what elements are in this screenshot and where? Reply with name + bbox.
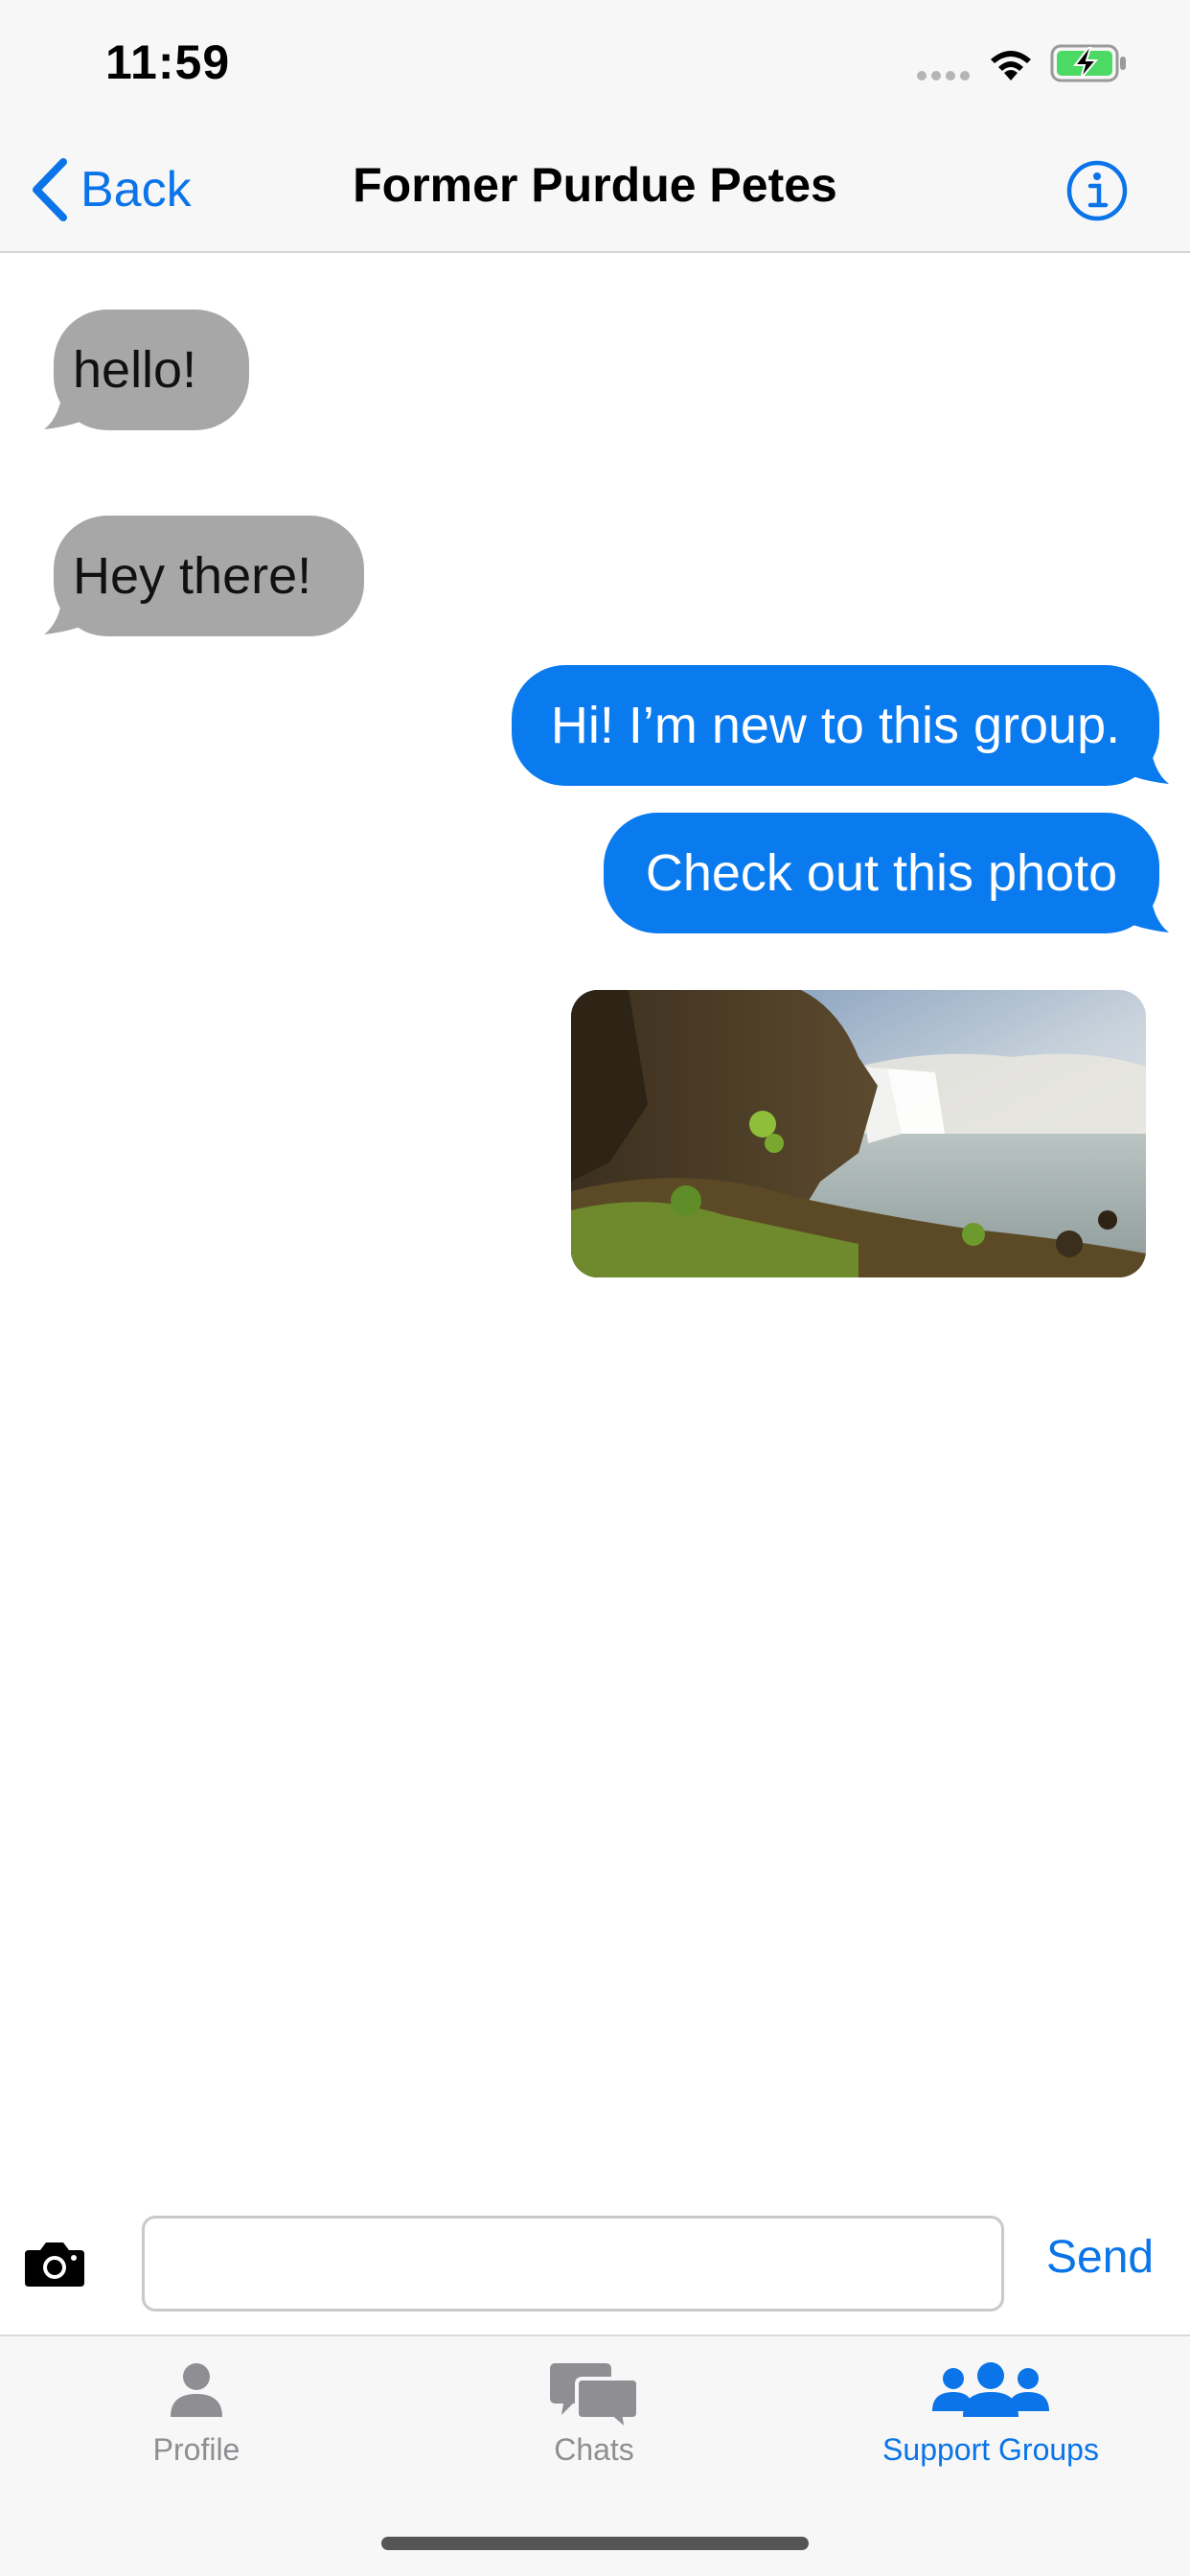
incoming-message-bubble[interactable]: Hey there! — [54, 516, 364, 636]
wifi-icon — [991, 51, 1031, 80]
person-icon — [171, 2363, 222, 2417]
chat-bubbles-icon — [550, 2363, 638, 2430]
outgoing-message-bubble[interactable]: Hi! I’m new to this group. — [512, 665, 1159, 786]
message-text: Check out this photo — [645, 844, 1118, 902]
outgoing-message-bubble[interactable]: Check out this photo — [604, 813, 1159, 933]
message-text: hello! — [73, 341, 197, 399]
tab-support-groups[interactable]: Support Groups — [847, 2361, 1134, 2505]
tab-chats[interactable]: Chats — [450, 2361, 738, 2505]
message-input[interactable] — [142, 2216, 1004, 2312]
message-text: Hey there! — [73, 547, 312, 605]
tab-label: Profile — [152, 2432, 240, 2467]
people-group-icon — [932, 2362, 1049, 2417]
tab-label: Chats — [554, 2432, 634, 2467]
camera-icon[interactable] — [23, 2239, 86, 2288]
page-title: Former Purdue Petes — [353, 158, 837, 212]
message-text: Hi! I’m new to this group. — [550, 697, 1121, 754]
waterfall-landscape-photo[interactable] — [571, 990, 1146, 1277]
tab-profile[interactable]: Profile — [53, 2361, 340, 2505]
incoming-message-bubble[interactable]: hello! — [54, 310, 249, 430]
status-time: 11:59 — [105, 35, 231, 89]
navigation-bar: Back Former Purdue Petes — [0, 130, 1190, 253]
battery-charging-icon — [1050, 44, 1126, 82]
status-bar: 11:59 — [0, 0, 1190, 130]
tab-label: Support Groups — [882, 2432, 1099, 2467]
cellular-dots-icon — [917, 71, 970, 80]
send-button[interactable]: Send — [1046, 2231, 1154, 2298]
home-indicator — [381, 2537, 809, 2550]
info-circle-icon[interactable] — [1065, 159, 1129, 222]
